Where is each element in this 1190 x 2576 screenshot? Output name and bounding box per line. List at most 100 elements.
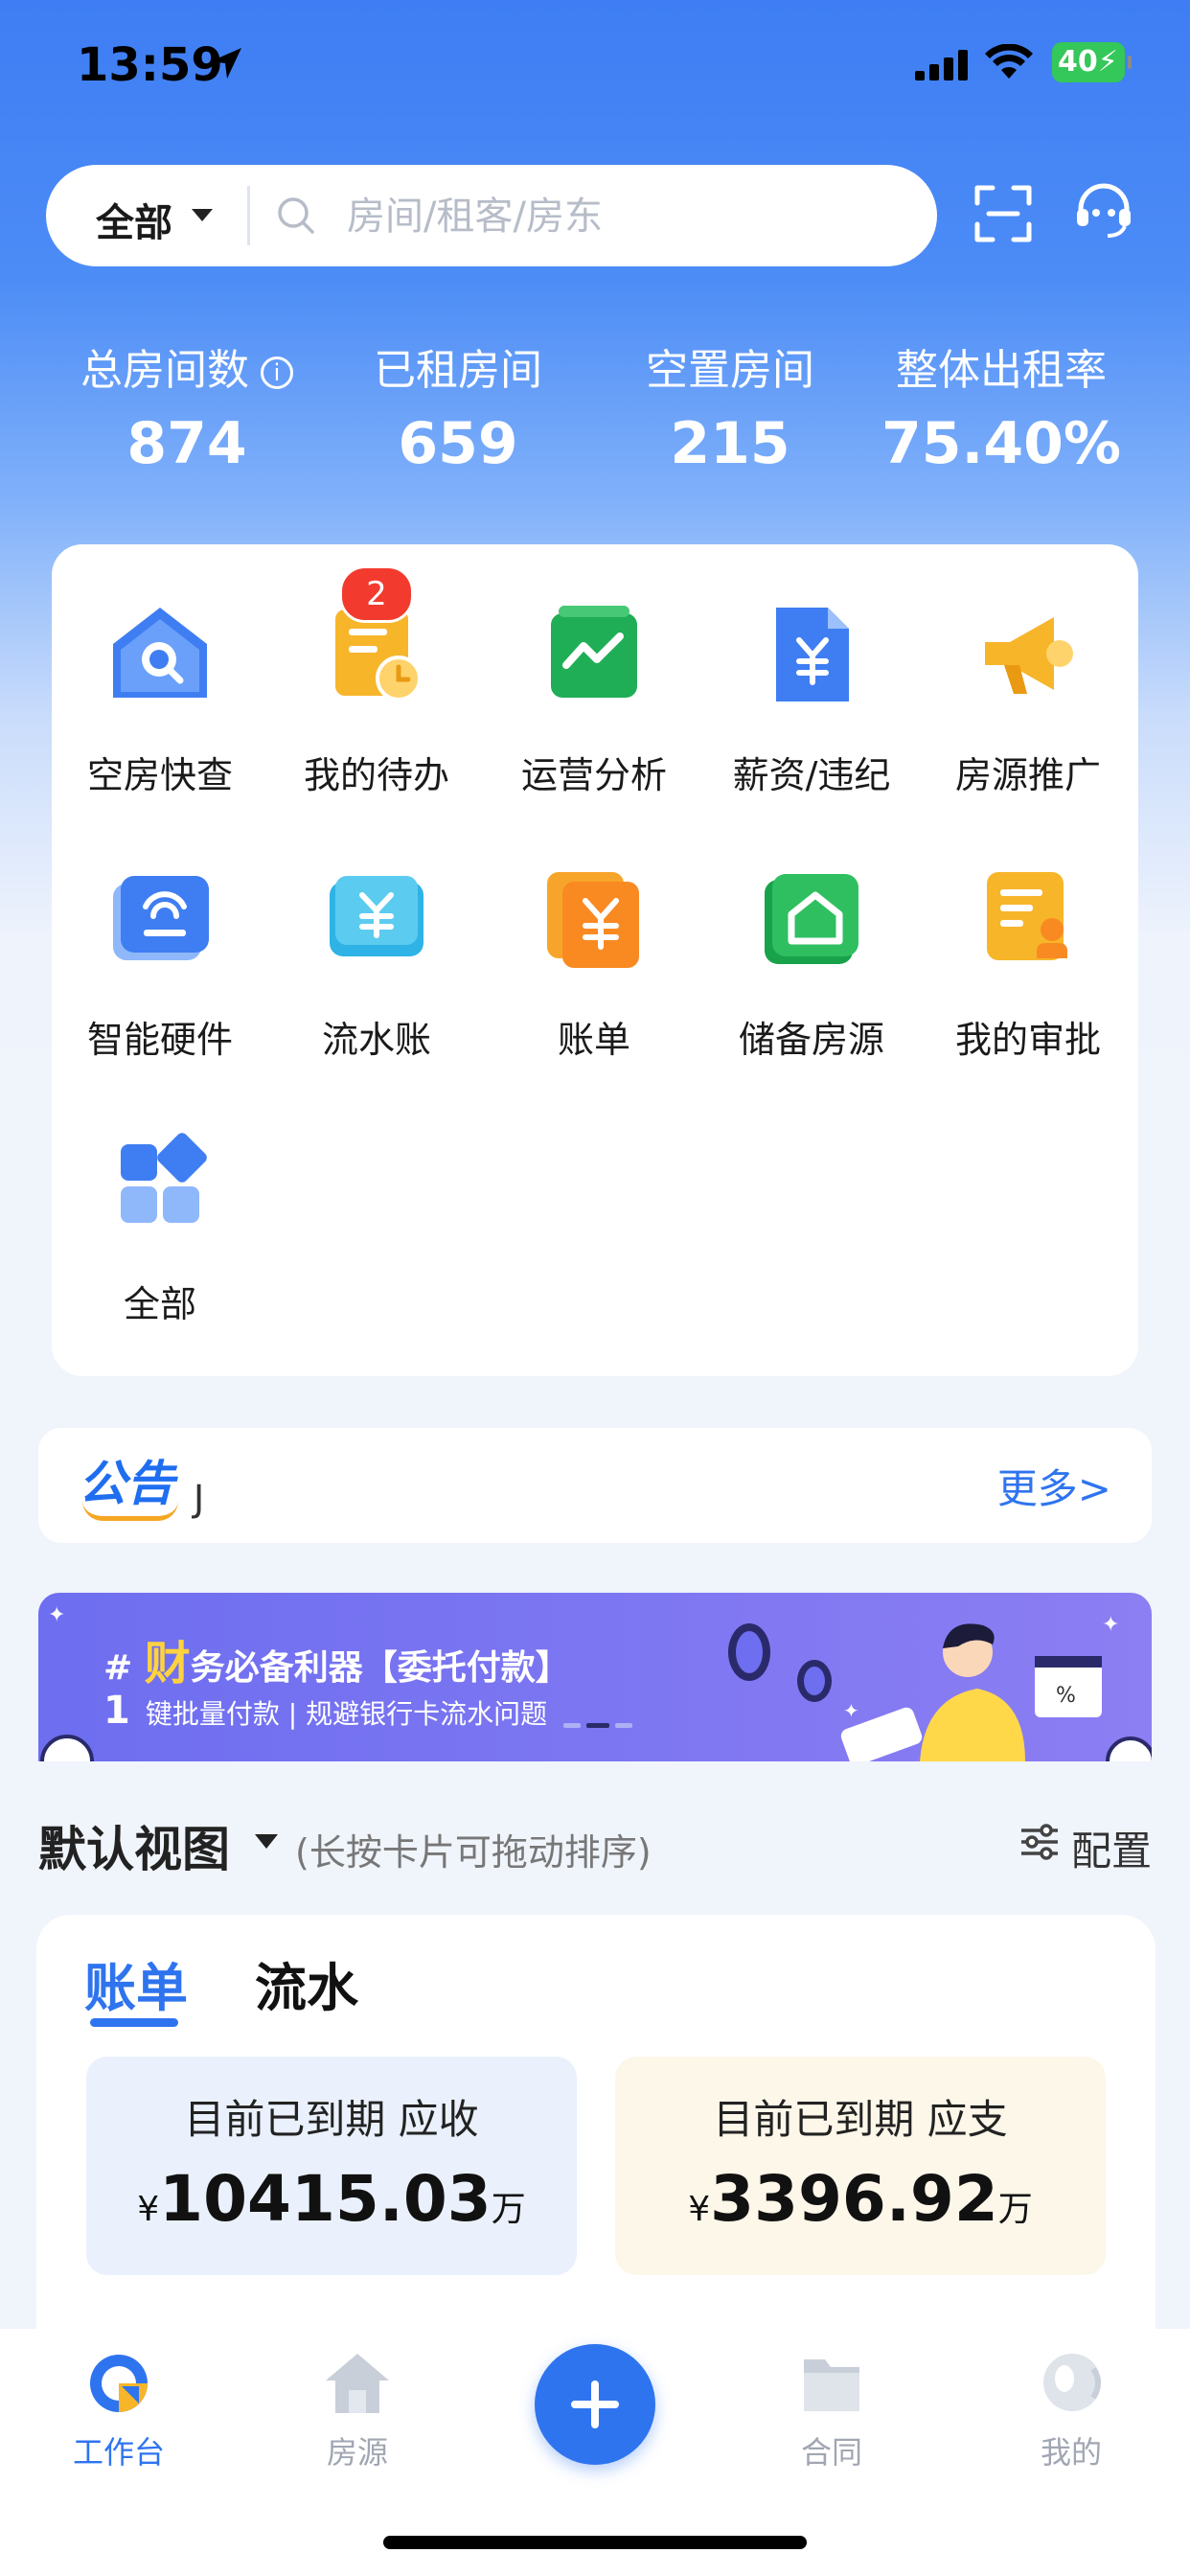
megaphone-icon — [985, 617, 1073, 694]
info-icon[interactable]: i — [261, 356, 293, 389]
payable-title: 目前已到期 应支 — [713, 2096, 1008, 2143]
tab-cash-flow[interactable]: 流水 — [255, 1945, 358, 2021]
tab-label: 合同 — [800, 2434, 862, 2471]
currency-symbol: ¥ — [137, 2190, 160, 2229]
room-stats: 总房间数 i 874 已租房间 659 空置房间 215 整体出租率 75.40% — [0, 335, 1190, 489]
view-hint: (长按卡片可拖动排序) — [295, 1831, 652, 1874]
battery-icon: 40⚡ — [1052, 42, 1132, 82]
stat-value: 75.40% — [881, 410, 1121, 477]
stat-label: 整体出租率 — [896, 346, 1107, 395]
function-grid: 空房快查 我的待办 运营分析 薪资/违纪 房源推广 智能硬件 流水账 账单 储备… — [52, 544, 1138, 1376]
search-bar[interactable]: 全部 — [46, 165, 937, 266]
menu-item-label: 全部 — [123, 1283, 196, 1325]
menu-item-bills[interactable]: 账单 — [486, 809, 702, 1061]
settings-sliders-icon[interactable] — [1019, 1821, 1060, 1861]
stat-rented-rooms[interactable]: 已租房间 659 — [324, 335, 592, 477]
tab-contracts[interactable]: 合同 — [755, 2348, 908, 2472]
payable-box[interactable]: 目前已到期 应支 ¥3396.92万 — [615, 2057, 1106, 2275]
receivable-box[interactable]: 目前已到期 应收 ¥10415.03万 — [86, 2057, 577, 2275]
menu-item-all[interactable]: 全部 — [52, 1073, 268, 1325]
svg-text:✦: ✦ — [48, 1603, 65, 1627]
menu-item-label: 薪资/违纪 — [732, 754, 891, 796]
payable-value: ¥3396.92万 — [615, 2162, 1106, 2236]
add-button[interactable] — [535, 2344, 655, 2465]
menu-item-label: 账单 — [557, 1019, 630, 1061]
menu-item-label: 房源推广 — [954, 754, 1101, 796]
chevron-down-icon[interactable] — [255, 1834, 278, 1849]
chevron-down-icon[interactable] — [192, 209, 213, 221]
menu-item-label: 空房快查 — [86, 754, 233, 796]
house-search-icon — [113, 608, 207, 698]
tab-listings[interactable]: 房源 — [281, 2348, 434, 2472]
announcement-bar[interactable]: 公告 J 更多> — [38, 1428, 1152, 1543]
reserve-house-icon — [765, 874, 858, 964]
tab-mine[interactable]: 我的 — [995, 2348, 1148, 2472]
banner-subtitle: 1 键批量付款 | 规避银行卡流水问题 — [103, 1689, 547, 1733]
banner-big-char: 财 — [144, 1637, 191, 1690]
unit: 万 — [491, 2190, 526, 2229]
tab-bills[interactable]: 账单 — [84, 1945, 188, 2021]
menu-item-cash-flow[interactable]: 流水账 — [268, 809, 485, 1061]
receivable-amount: 10415.03 — [159, 2162, 492, 2236]
stat-label: 空置房间 — [646, 346, 814, 395]
smart-device-icon — [113, 876, 209, 960]
tab-label: 房源 — [326, 2434, 388, 2471]
announcement-more-link[interactable]: 更多> — [997, 1457, 1111, 1515]
tab-label: 工作台 — [72, 2434, 165, 2471]
config-button[interactable]: 配置 — [1071, 1819, 1152, 1877]
menu-item-vacant-search[interactable]: 空房快查 — [52, 544, 268, 796]
scan-icon[interactable] — [973, 184, 1033, 243]
currency-symbol: ¥ — [688, 2190, 711, 2229]
tab-workbench[interactable]: 工作台 — [42, 2348, 195, 2472]
ledger-icon — [330, 876, 423, 956]
menu-item-my-approvals[interactable]: 我的审批 — [920, 809, 1136, 1061]
menu-item-label: 我的待办 — [303, 754, 449, 796]
menu-item-label: 储备房源 — [738, 1019, 884, 1061]
payable-amount: 3396.92 — [710, 2162, 998, 2236]
search-divider — [247, 186, 250, 245]
banner-number: 1 — [103, 1689, 130, 1733]
cellular-signal-icon — [915, 50, 968, 80]
customer-service-icon[interactable] — [1071, 178, 1136, 243]
svg-text:✦: ✦ — [1102, 1613, 1119, 1637]
announcement-text: J — [194, 1478, 205, 1520]
banner-hash: # — [103, 1648, 133, 1688]
charging-bolt-icon: ⚡ — [1097, 45, 1118, 79]
home-indicator — [383, 2536, 807, 2549]
promo-banner[interactable]: ✦ ✦ ✦ % # 财务必备利器【委托付款】 1 键批量付款 | 规避银行卡流水问… — [38, 1593, 1152, 1761]
folder-icon — [804, 2359, 859, 2411]
receivable-title: 目前已到期 应收 — [184, 2096, 479, 2143]
menu-item-salary-discipline[interactable]: 薪资/违纪 — [703, 544, 920, 796]
view-selector[interactable]: 默认视图 — [38, 1811, 230, 1880]
menu-item-operation-analysis[interactable]: 运营分析 — [486, 544, 702, 796]
banner-title: # 财务必备利器【委托付款】 — [103, 1625, 570, 1692]
banner-title-rest: 务必备利器【委托付款】 — [190, 1648, 570, 1688]
stat-label: 已租房间 — [374, 346, 542, 395]
stat-occupancy-rate[interactable]: 整体出租率 75.40% — [867, 335, 1135, 477]
menu-item-listing-promotion[interactable]: 房源推广 — [920, 544, 1136, 796]
stat-total-rooms[interactable]: 总房间数 i 874 — [53, 335, 321, 477]
menu-item-reserve-listings[interactable]: 储备房源 — [703, 809, 920, 1061]
menu-item-label: 我的审批 — [954, 1019, 1101, 1061]
svg-text:%: % — [1056, 1684, 1076, 1708]
all-apps-icon — [121, 1133, 207, 1223]
house-icon — [326, 2354, 389, 2413]
battery-level: 40 — [1058, 45, 1098, 79]
search-icon — [278, 197, 314, 234]
approval-icon — [987, 872, 1067, 960]
trend-chart-icon — [551, 606, 637, 698]
tab-label: 我的 — [1040, 2434, 1102, 2471]
menu-item-smart-hardware[interactable]: 智能硬件 — [52, 809, 268, 1061]
receivable-value: ¥10415.03万 — [86, 2162, 577, 2236]
workbench-icon — [90, 2355, 148, 2412]
status-bar: 13:59 40⚡ — [0, 38, 1190, 96]
announcement-logo: 公告 — [79, 1445, 178, 1521]
search-input[interactable] — [345, 186, 885, 247]
stat-vacant-rooms[interactable]: 空置房间 215 — [596, 335, 864, 477]
location-arrow-icon — [211, 48, 241, 79]
stat-value: 874 — [126, 410, 247, 477]
unit: 万 — [997, 2190, 1033, 2229]
todo-count-badge: 2 — [339, 565, 414, 623]
stat-label: 总房间数 — [80, 346, 249, 395]
search-scope-dropdown[interactable]: 全部 — [96, 192, 172, 247]
